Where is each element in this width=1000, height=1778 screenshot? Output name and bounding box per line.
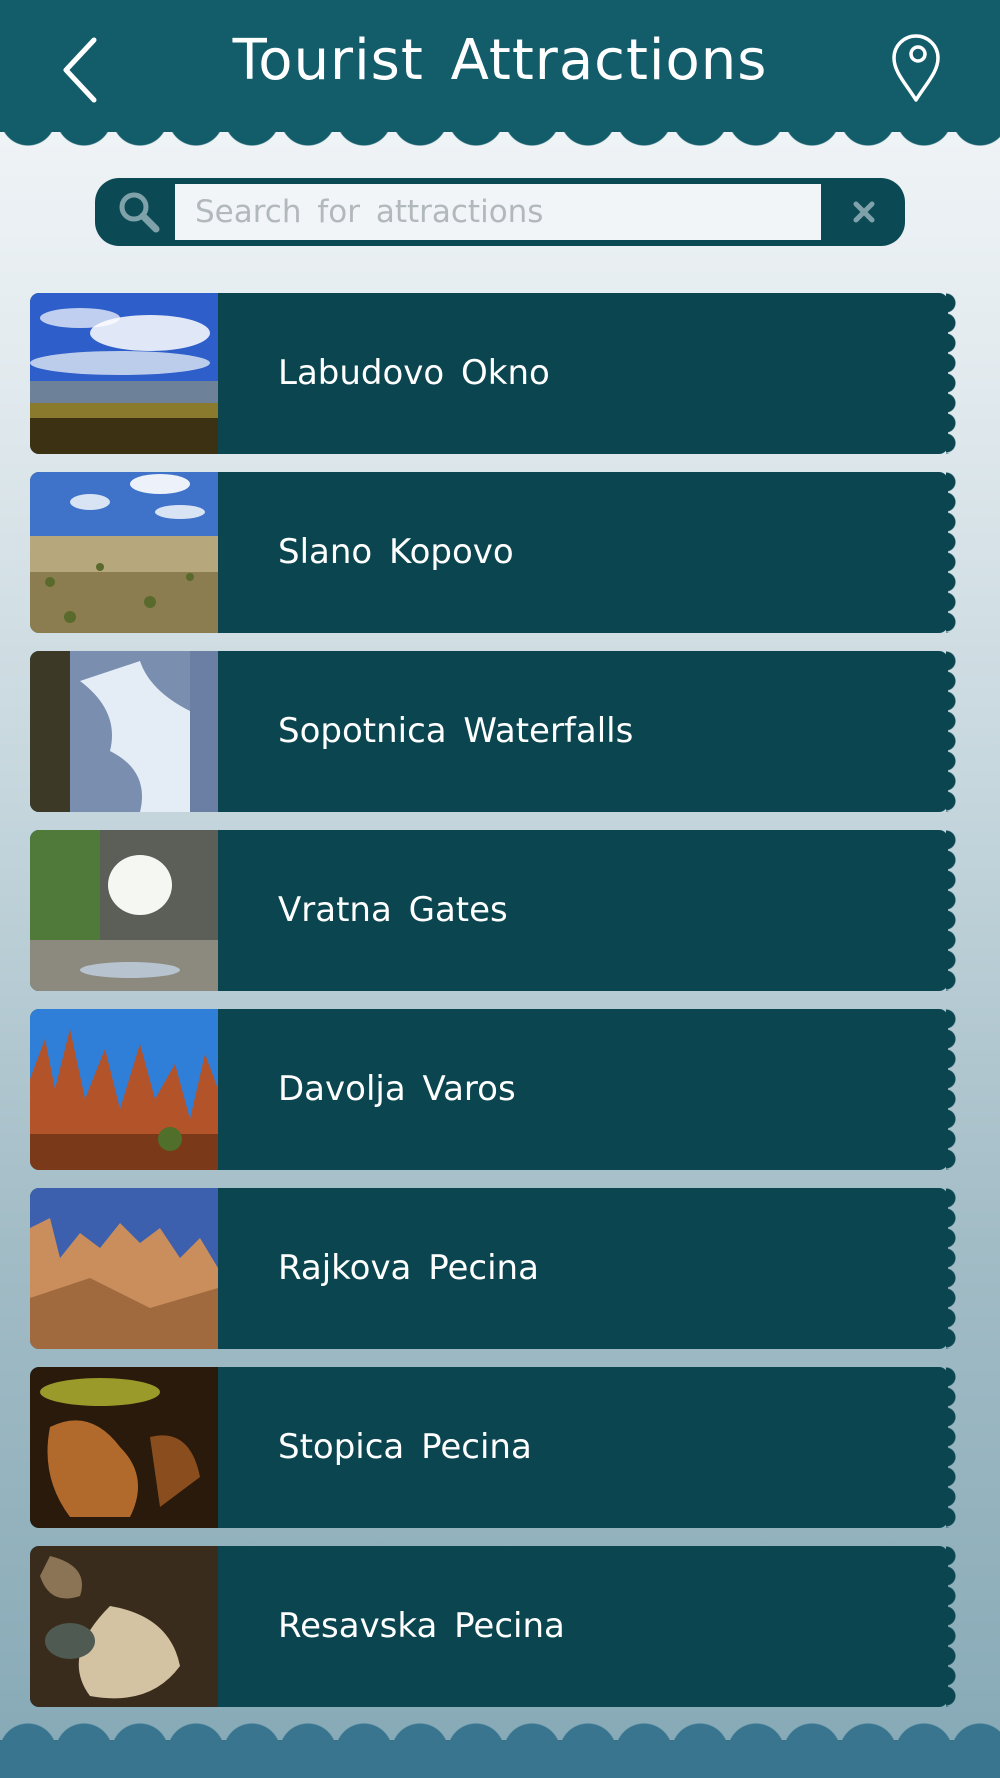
close-icon (853, 201, 875, 223)
list-item-card: Resavska Pecina (30, 1546, 948, 1707)
attraction-list: Labudovo Okno Slano Kopovo Sopotnica Wat… (30, 293, 958, 1725)
list-item[interactable]: Slano Kopovo (30, 472, 958, 633)
search-input[interactable] (175, 184, 821, 240)
list-item-card: Vratna Gates (30, 830, 948, 991)
list-item-card: Davolja Varos (30, 1009, 948, 1170)
list-item[interactable]: Vratna Gates (30, 830, 958, 991)
header-bar: Tourist Attractions (0, 0, 1000, 132)
footer-scallop-edge (0, 1722, 1000, 1742)
list-item[interactable]: Davolja Varos (30, 1009, 958, 1170)
list-item-label: Labudovo Okno (278, 353, 550, 393)
map-pin-icon (892, 34, 940, 102)
list-item-card: Sopotnica Waterfalls (30, 651, 948, 812)
scalloped-edge (946, 1188, 958, 1349)
list-item-card: Slano Kopovo (30, 472, 948, 633)
scalloped-edge (946, 1009, 958, 1170)
thumbnail-image (30, 472, 218, 633)
scalloped-edge (946, 1546, 958, 1707)
map-button[interactable] (888, 32, 944, 104)
thumbnail-image (30, 651, 218, 812)
list-item-label: Sopotnica Waterfalls (278, 711, 634, 751)
thumbnail-image (30, 293, 218, 454)
list-item[interactable]: Rajkova Pecina (30, 1188, 958, 1349)
footer-bar (0, 1740, 1000, 1778)
list-item-label: Davolja Varos (278, 1069, 516, 1109)
list-item-card: Rajkova Pecina (30, 1188, 948, 1349)
clear-search-button[interactable] (841, 190, 887, 234)
thumbnail-image (30, 1546, 218, 1707)
thumbnail-image (30, 1367, 218, 1528)
scalloped-edge (946, 472, 958, 633)
list-item-card: Labudovo Okno (30, 293, 948, 454)
list-item-label: Resavska Pecina (278, 1606, 565, 1646)
magnifier-icon (117, 190, 161, 234)
list-item-label: Slano Kopovo (278, 532, 514, 572)
page-title: Tourist Attractions (232, 28, 768, 93)
thumbnail-image (30, 830, 218, 991)
list-item[interactable]: Labudovo Okno (30, 293, 958, 454)
list-item[interactable]: Sopotnica Waterfalls (30, 651, 958, 812)
list-item[interactable]: Stopica Pecina (30, 1367, 958, 1528)
scalloped-edge (946, 830, 958, 991)
list-item-label: Vratna Gates (278, 890, 508, 930)
scalloped-edge (946, 293, 958, 454)
scalloped-edge (946, 651, 958, 812)
thumbnail-image (30, 1188, 218, 1349)
list-item-label: Rajkova Pecina (278, 1248, 539, 1288)
scalloped-edge (946, 1367, 958, 1528)
list-item[interactable]: Resavska Pecina (30, 1546, 958, 1707)
header-scallop-edge (0, 118, 1000, 152)
list-item-card: Stopica Pecina (30, 1367, 948, 1528)
list-item-label: Stopica Pecina (278, 1427, 532, 1467)
thumbnail-image (30, 1009, 218, 1170)
search-bar (95, 178, 905, 246)
